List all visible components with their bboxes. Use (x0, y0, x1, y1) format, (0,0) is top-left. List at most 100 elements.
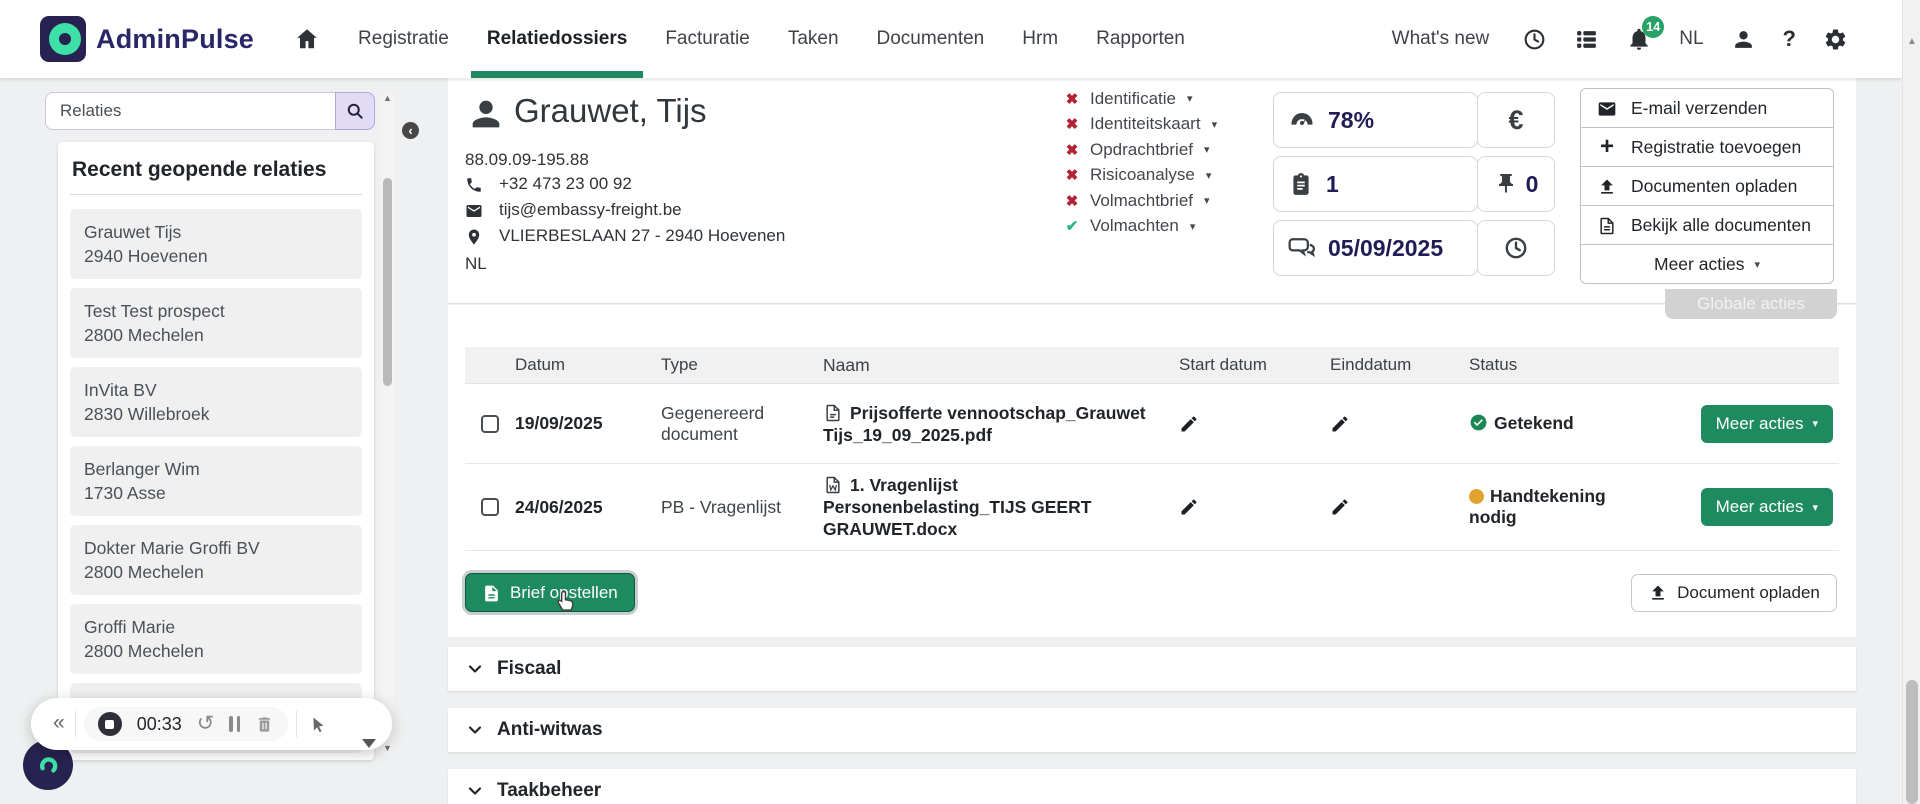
rewind-icon[interactable]: « (53, 711, 65, 735)
history-clock-icon[interactable] (1522, 27, 1547, 52)
completeness-stat-tile[interactable]: 78% (1273, 92, 1478, 148)
list-item[interactable]: InVita BV 2830 Willebroek (70, 367, 362, 437)
compose-letter-button[interactable]: Brief opstellen (465, 573, 635, 612)
row-more-actions-button[interactable]: Meer acties ▾ (1700, 404, 1833, 443)
notifications-bell-icon[interactable]: 14 (1626, 16, 1665, 52)
page-scrollbar[interactable]: ▲ (1902, 0, 1920, 804)
chat-bubbles-icon (1288, 234, 1316, 262)
button-label: Documenten opladen (1631, 175, 1798, 196)
sidebar-scroll-thumb[interactable] (383, 178, 392, 386)
completeness-value: 78% (1328, 106, 1375, 133)
section-taakbeheer[interactable]: Taakbeheer (448, 769, 1856, 804)
more-actions-button[interactable]: Meer acties ▾ (1580, 244, 1834, 284)
home-icon[interactable] (294, 26, 320, 52)
list-item[interactable]: Grauwet Tijs 2940 Hoevenen (70, 209, 362, 279)
checklist-item-opdrachtbrief[interactable]: ✖ Opdrachtbrief ▾ (1063, 139, 1217, 160)
nav-item-hrm[interactable]: Hrm (1022, 0, 1058, 78)
nav-item-registratie[interactable]: Registratie (358, 0, 449, 78)
status-text: Getekend (1494, 413, 1574, 433)
nav-item-rapporten[interactable]: Rapporten (1096, 0, 1185, 78)
checklist-item-identiteitskaart[interactable]: ✖ Identiteitskaart ▾ (1063, 114, 1217, 135)
nav-item-documenten[interactable]: Documenten (877, 0, 985, 78)
checklist-item-risicoanalyse[interactable]: ✖ Risicoanalyse ▾ (1063, 165, 1217, 186)
registrations-stat-tile[interactable]: 1 (1273, 156, 1478, 212)
send-email-button[interactable]: E-mail verzenden (1580, 88, 1834, 128)
list-item[interactable]: Test Test prospect 2800 Mechelen (70, 288, 362, 358)
queue-list-icon[interactable] (1574, 27, 1599, 52)
edit-startdate-pencil-icon[interactable] (1179, 415, 1199, 432)
help-icon[interactable]: ? (1783, 26, 1796, 52)
clock-icon (1503, 235, 1529, 261)
search-input[interactable] (45, 92, 335, 130)
document-name-link[interactable]: Prijsofferte vennootschap_Grauwet Tijs_1… (823, 403, 1146, 445)
nav-item-taken[interactable]: Taken (788, 0, 839, 78)
whats-new-link[interactable]: What's new (1392, 28, 1490, 50)
edit-enddate-pencil-icon[interactable] (1330, 415, 1350, 432)
upload-document-button[interactable]: Document opladen (1631, 574, 1837, 612)
x-mark-icon: ✖ (1065, 167, 1079, 184)
checklist-item-identificatie[interactable]: ✖ Identificatie ▾ (1063, 88, 1217, 109)
page-scroll-thumb[interactable] (1906, 680, 1918, 804)
scroll-up-icon[interactable]: ▲ (1903, 36, 1920, 47)
last-contact-date: 05/09/2025 (1328, 234, 1444, 261)
last-contact-stat-tile[interactable]: 05/09/2025 (1273, 220, 1478, 276)
nav-item-facturatie[interactable]: Facturatie (665, 0, 749, 78)
upload-icon (1648, 583, 1668, 604)
row-checkbox[interactable] (481, 414, 499, 433)
view-all-documents-button[interactable]: Bekijk alle documenten (1580, 205, 1834, 245)
column-header-type: Type (661, 355, 698, 374)
document-icon (482, 582, 501, 602)
add-registration-button[interactable]: + Registratie toevoegen (1580, 127, 1834, 167)
document-name-link[interactable]: 1. Vragenlijst Personenbelasting_TIJS GE… (823, 475, 1091, 539)
scroll-down-icon[interactable]: ▼ (381, 743, 394, 753)
section-title: Anti-witwas (497, 719, 603, 740)
list-item[interactable]: Dokter Marie Groffi BV 2800 Mechelen (70, 525, 362, 595)
top-navbar: AdminPulse Registratie Relatiedossiers F… (0, 0, 1902, 78)
edit-enddate-pencil-icon[interactable] (1330, 498, 1350, 515)
section-anti-witwas[interactable]: Anti-witwas (448, 708, 1856, 752)
national-number: 88.09.09-195.88 (465, 150, 589, 169)
settings-gear-icon[interactable] (1823, 27, 1848, 52)
relation-name: InVita BV (84, 380, 157, 400)
brand-logo[interactable]: AdminPulse (40, 16, 254, 62)
relation-city: 2800 Mechelen (84, 325, 204, 345)
button-label: Meer acties (1654, 253, 1745, 274)
search-button[interactable] (335, 92, 375, 130)
chevron-down-icon: ▾ (1812, 501, 1818, 514)
edit-startdate-pencil-icon[interactable] (1179, 498, 1199, 515)
list-item[interactable]: Berlanger Wim 1730 Asse (70, 446, 362, 516)
phone-number[interactable]: +32 473 23 00 92 (499, 174, 632, 194)
sidebar-scrollbar[interactable]: ▲ ▼ (381, 90, 394, 756)
section-fiscaal[interactable]: Fiscaal (448, 647, 1856, 691)
scroll-up-icon[interactable]: ▲ (381, 93, 394, 103)
section-title: Fiscaal (497, 658, 562, 679)
nav-item-relatiedossiers[interactable]: Relatiedossiers (470, 0, 644, 78)
main-nav: Registratie Relatiedossiers Facturatie T… (294, 0, 1185, 78)
x-mark-icon: ✖ (1065, 90, 1079, 108)
stop-record-button[interactable] (97, 712, 122, 736)
cursor-arrow-icon[interactable] (309, 715, 328, 734)
row-checkbox[interactable] (481, 498, 499, 516)
trash-icon[interactable] (255, 715, 274, 734)
list-item[interactable]: Groffi Marie 2800 Mechelen (70, 604, 362, 674)
upload-documents-button[interactable]: Documenten opladen (1580, 166, 1834, 206)
billing-stat-tile[interactable]: € (1477, 92, 1555, 148)
restart-icon[interactable]: ↺ (197, 713, 215, 734)
button-label: Bekijk alle documenten (1631, 214, 1811, 235)
brand-name: AdminPulse (96, 23, 255, 54)
navbar-right: What's new 14 NL ? (1392, 16, 1902, 52)
row-more-actions-button[interactable]: Meer acties ▾ (1700, 488, 1833, 526)
language-selector[interactable]: NL (1679, 28, 1703, 50)
checklist-item-volmachtbrief[interactable]: ✖ Volmachtbrief ▾ (1063, 190, 1217, 211)
checklist-item-volmachten[interactable]: ✔ Volmachten ▾ (1063, 216, 1217, 237)
relation-city: 2800 Mechelen (84, 641, 204, 661)
global-actions-button[interactable]: Globale acties (1665, 289, 1837, 319)
pushpin-icon (1494, 172, 1518, 196)
pause-icon[interactable] (229, 716, 241, 732)
time-log-stat-tile[interactable] (1477, 220, 1555, 276)
email-address[interactable]: tijs@embassy-freight.be (499, 200, 682, 220)
documents-panel: Datum Type Naam Start datum Einddatum St… (448, 305, 1856, 637)
sidebar-collapse-button[interactable]: ‹ (402, 122, 419, 139)
pinned-stat-tile[interactable]: 0 (1477, 156, 1555, 212)
user-profile-icon[interactable] (1731, 27, 1756, 52)
